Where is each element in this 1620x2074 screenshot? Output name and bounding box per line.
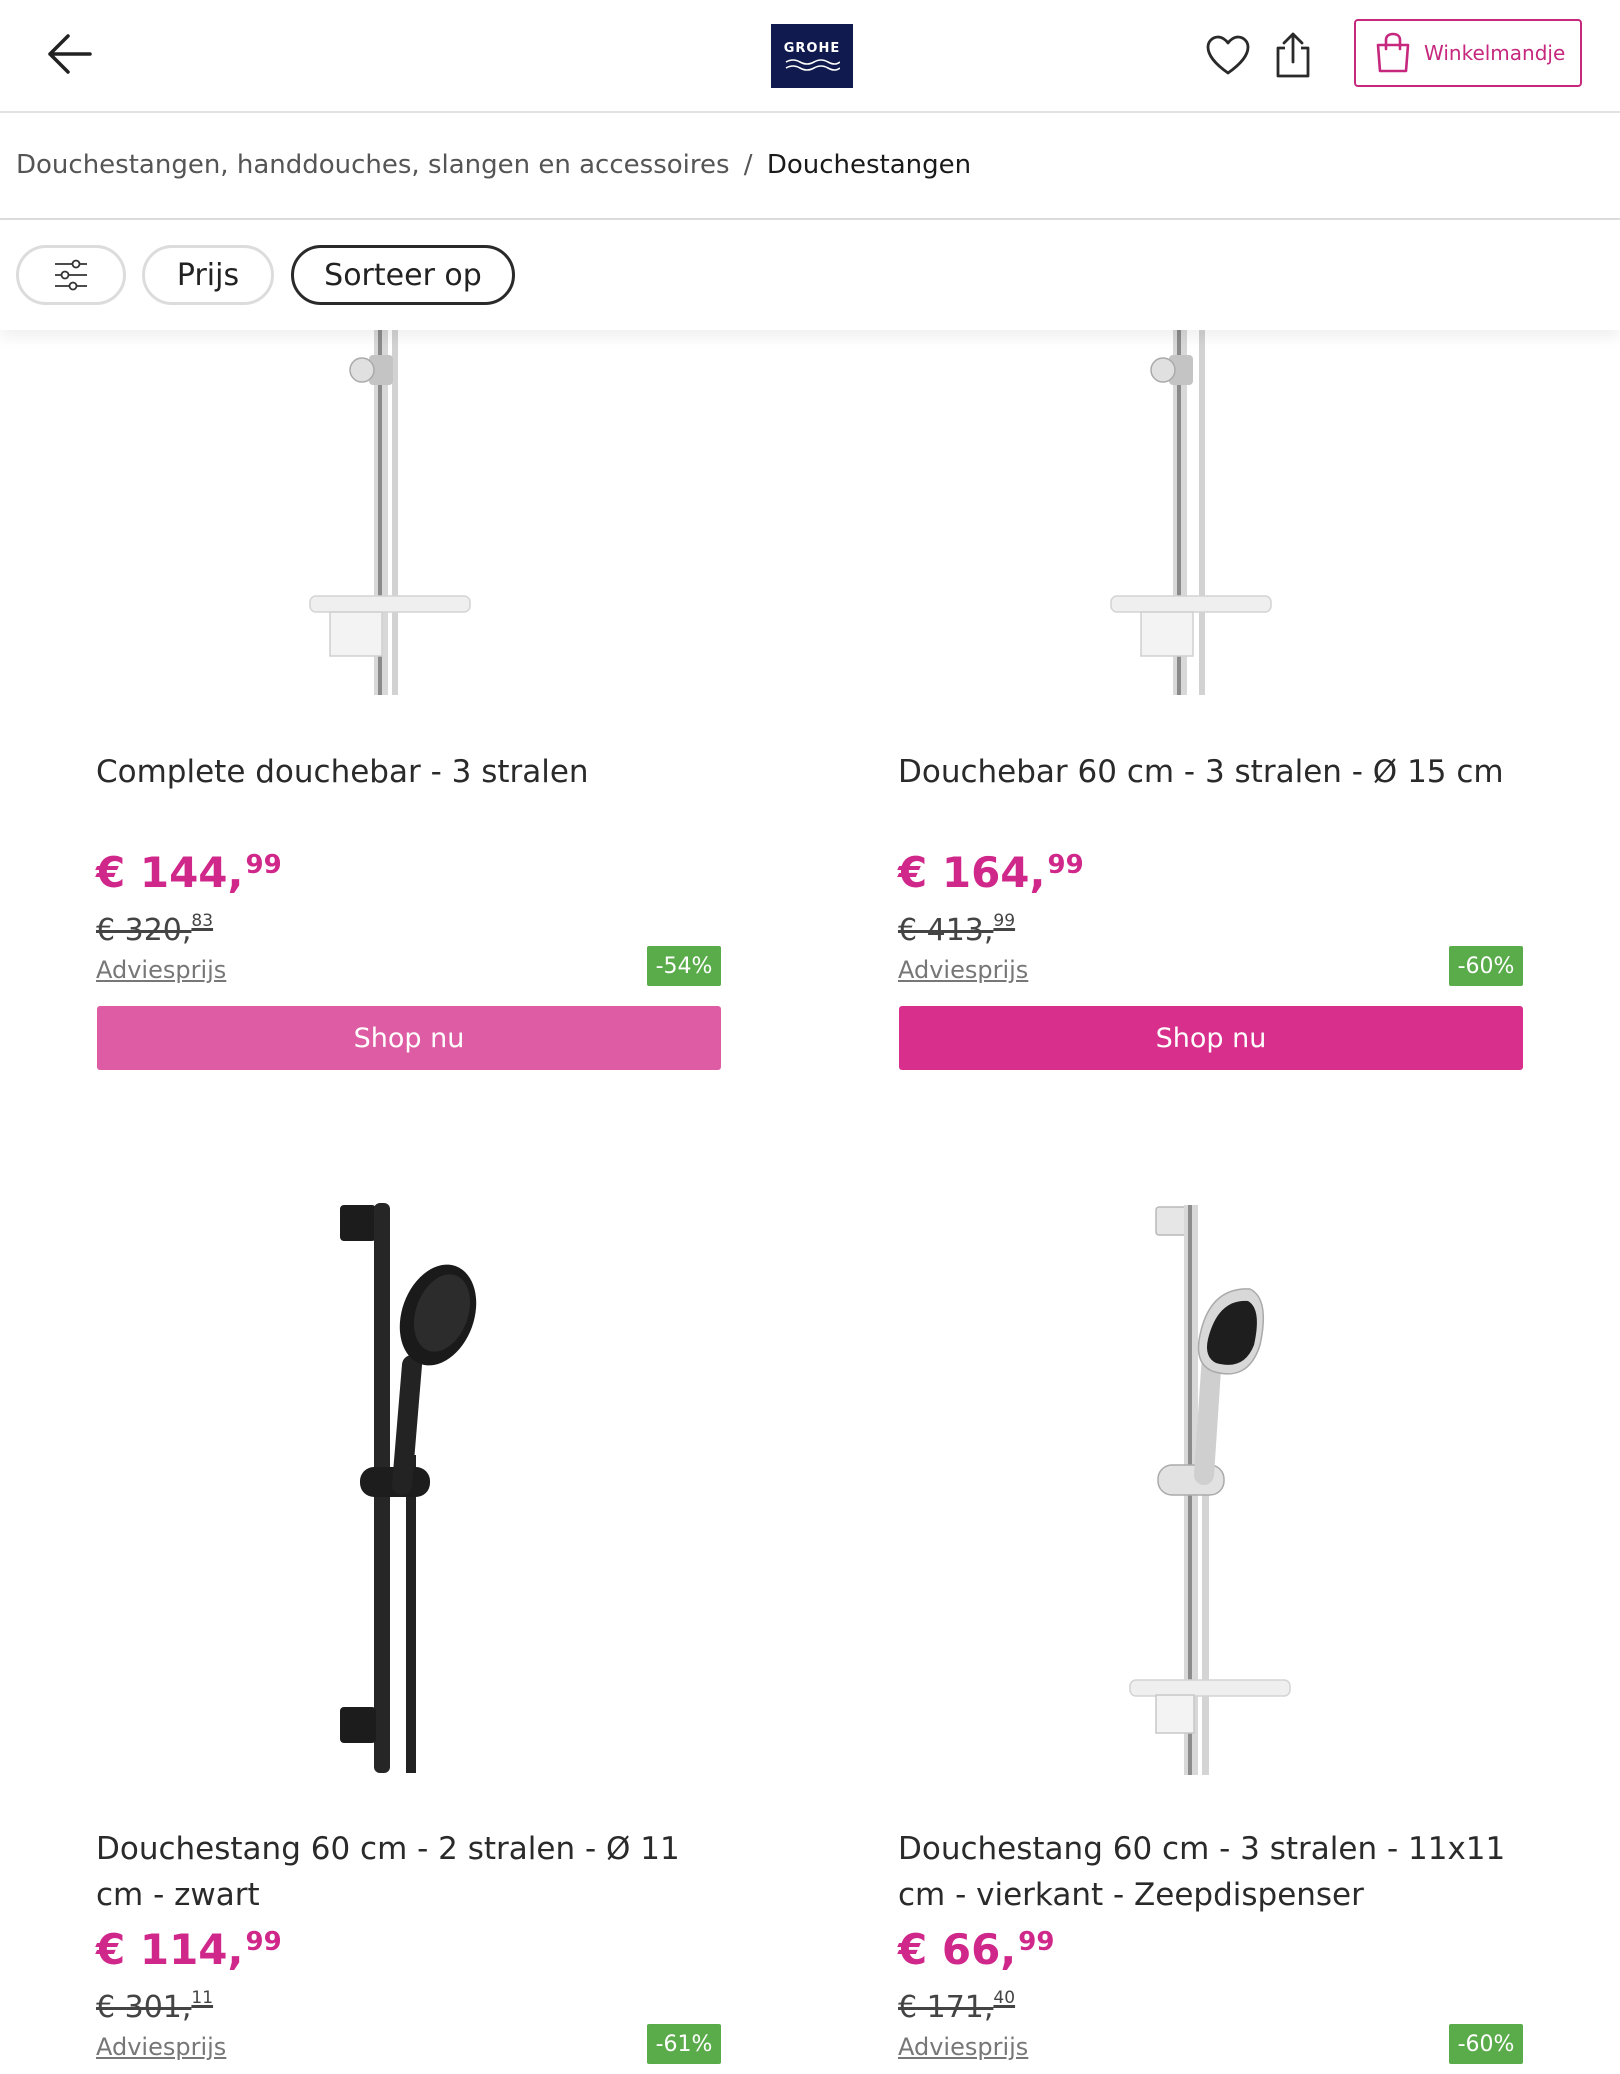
price-cents: 99 <box>245 850 282 880</box>
product-title[interactable]: Douchestang 60 cm - 3 stralen - 11x11 cm… <box>898 1826 1538 1918</box>
product-price: € 66,99 <box>898 1925 1054 1974</box>
cart-label: Winkelmandje <box>1424 41 1566 65</box>
discount-badge: -54% <box>647 946 721 986</box>
product-price: € 114,99 <box>96 1925 282 1974</box>
old-price-cents: 83 <box>191 911 214 931</box>
old-price-cents: 40 <box>993 1988 1016 2008</box>
product-title[interactable]: Douchebar 60 cm - 3 stralen - Ø 15 cm <box>898 749 1538 795</box>
breadcrumb-separator: / <box>743 150 753 180</box>
arrow-left-icon <box>48 34 92 74</box>
sort-button[interactable]: Sorteer op <box>291 245 515 305</box>
product-image[interactable] <box>330 1195 490 1780</box>
advice-price-link[interactable]: Adviesprijs <box>898 2033 1028 2061</box>
logo-text: GROHE <box>783 41 841 56</box>
price-cents: 99 <box>245 1927 282 1957</box>
breadcrumb-parent-link[interactable]: Douchestangen, handdouches, slangen en a… <box>16 150 730 180</box>
breadcrumb: Douchestangen, handdouches, slangen en a… <box>16 150 971 180</box>
price-main: € 164, <box>898 848 1046 897</box>
breadcrumb-current: Douchestangen <box>766 150 972 180</box>
advice-price-link[interactable]: Adviesprijs <box>96 2033 226 2061</box>
old-price-main: € 301, <box>96 1990 192 2025</box>
price-cents: 99 <box>1018 1927 1055 1957</box>
shopping-bag-icon <box>1376 32 1410 73</box>
price-main: € 114, <box>96 1925 244 1974</box>
old-price-cents: 11 <box>191 1988 214 2008</box>
old-price: € 171,40 <box>898 1988 1015 2025</box>
share-icon <box>1276 32 1310 78</box>
old-price-main: € 171, <box>898 1990 994 2025</box>
price-main: € 66, <box>898 1925 1017 1974</box>
old-price: € 301,11 <box>96 1988 213 2025</box>
product-price: € 144,99 <box>96 848 282 897</box>
top-header: GROHE Winkelmandje <box>0 0 1620 113</box>
old-price: € 320,83 <box>96 911 213 948</box>
old-price-main: € 320, <box>96 913 192 948</box>
discount-badge: -61% <box>647 2024 721 2064</box>
discount-badge: -60% <box>1449 2024 1523 2064</box>
price-cents: 99 <box>1047 850 1084 880</box>
shop-now-button[interactable]: Shop nu <box>97 1006 721 1070</box>
price-main: € 144, <box>96 848 244 897</box>
logo-waves-icon <box>785 59 840 71</box>
old-price-cents: 99 <box>993 911 1016 931</box>
sliders-icon <box>55 259 87 291</box>
back-button[interactable] <box>40 28 106 80</box>
wishlist-button[interactable] <box>1204 33 1252 79</box>
product-title[interactable]: Douchestang 60 cm - 2 stralen - Ø 11 cm … <box>96 1826 736 1918</box>
product-title[interactable]: Complete douchebar - 3 stralen <box>96 749 736 795</box>
advice-price-link[interactable]: Adviesprijs <box>96 956 226 984</box>
shop-now-button[interactable]: Shop nu <box>899 1006 1523 1070</box>
price-filter-button[interactable]: Prijs <box>142 245 274 305</box>
filter-button[interactable] <box>16 245 126 305</box>
discount-badge: -60% <box>1449 946 1523 986</box>
old-price: € 413,99 <box>898 911 1015 948</box>
filter-bar: Prijs Sorteer op <box>0 220 1620 330</box>
product-price: € 164,99 <box>898 848 1084 897</box>
grohe-logo[interactable]: GROHE <box>771 24 853 88</box>
advice-price-link[interactable]: Adviesprijs <box>898 956 1028 984</box>
share-button[interactable] <box>1270 30 1316 82</box>
old-price-main: € 413, <box>898 913 994 948</box>
product-image[interactable] <box>1120 1195 1300 1780</box>
heart-icon <box>1206 35 1250 75</box>
cart-button[interactable]: Winkelmandje <box>1354 19 1582 87</box>
